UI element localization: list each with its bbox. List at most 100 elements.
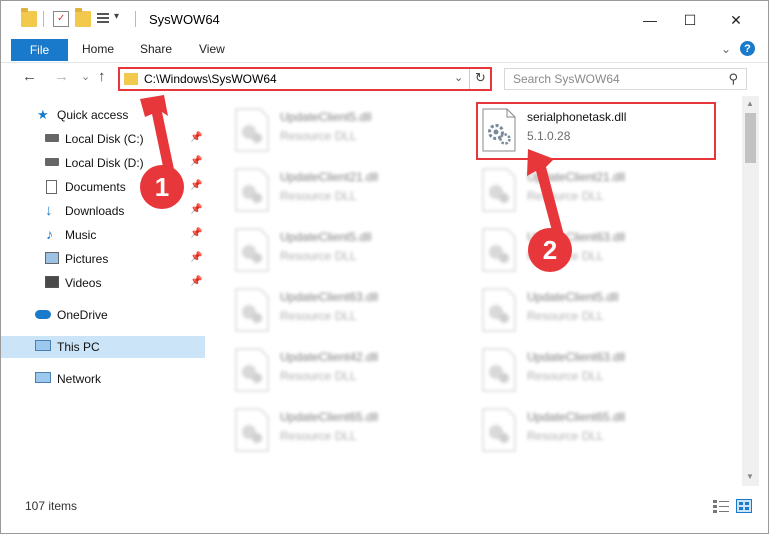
file-type: Resource DLL (527, 369, 604, 383)
dll-file-icon (235, 348, 269, 392)
file-name: UpdateClient42.dll (280, 350, 379, 364)
drive-icon (45, 158, 59, 166)
callout-step-1: 1 (140, 165, 184, 209)
recent-locations-icon[interactable]: ⌄ (81, 70, 90, 83)
list-item[interactable]: UpdateClient65.dll Resource DLL (234, 404, 474, 460)
list-item[interactable]: UpdateClient42.dll Resource DLL (234, 344, 474, 400)
file-name: UpdateClient65.dll (280, 410, 379, 424)
sidebar-item-label: OneDrive (57, 308, 108, 322)
list-item[interactable]: UpdateClient65.dll Resource DLL (481, 404, 721, 460)
dll-file-icon (235, 288, 269, 332)
divider (469, 69, 470, 89)
expand-ribbon-icon[interactable]: ⌄ (721, 42, 731, 56)
film-icon (45, 276, 59, 288)
dll-file-icon (235, 168, 269, 212)
scroll-down-icon[interactable]: ▼ (746, 472, 754, 481)
tab-file[interactable]: File (11, 39, 68, 61)
sidebar-item-label: Music (65, 228, 97, 242)
pin-icon[interactable]: 📌 (190, 204, 202, 215)
file-highlight-box (476, 102, 716, 160)
dll-file-icon (235, 408, 269, 452)
sidebar-item-onedrive[interactable]: OneDrive (1, 304, 205, 326)
back-button[interactable]: ← (22, 68, 37, 85)
list-item[interactable]: UpdateClient63.dll Resource DLL (234, 284, 474, 340)
list-item[interactable]: UpdateClient5.dll Resource DLL (234, 104, 474, 160)
file-type: Resource DLL (527, 429, 604, 443)
close-button[interactable]: ✕ (713, 1, 759, 39)
computer-icon (35, 340, 51, 351)
refresh-icon[interactable]: ↻ (475, 70, 486, 86)
pin-icon[interactable]: 📌 (190, 180, 202, 191)
properties-icon[interactable]: ✓ (53, 11, 69, 27)
status-bar: 107 items (1, 491, 768, 521)
tab-share[interactable]: Share (140, 42, 172, 56)
sidebar-item-network[interactable]: Network (1, 368, 205, 390)
file-name: UpdateClient65.dll (527, 410, 626, 424)
list-item[interactable]: UpdateClient5.dll Resource DLL (481, 284, 721, 340)
dll-file-icon (482, 288, 516, 332)
sidebar-item-music[interactable]: ♪ Music 📌 (1, 224, 205, 246)
sidebar-item-quick-access[interactable]: ★ Quick access (1, 104, 205, 126)
file-type: Resource DLL (280, 129, 357, 143)
pin-icon[interactable]: 📌 (190, 132, 202, 143)
explorer-window: ✓ ▾ SysWOW64 — ☐ ✕ File Home Share View … (0, 0, 769, 534)
help-icon[interactable]: ? (740, 41, 755, 56)
vertical-scrollbar[interactable]: ▲ ▼ (742, 96, 759, 486)
sidebar-item-label: Local Disk (D:) (65, 156, 144, 170)
folder-icon (21, 8, 37, 27)
sidebar-item-label: Quick access (57, 108, 129, 122)
window-title: SysWOW64 (149, 12, 220, 27)
file-type: Resource DLL (280, 309, 357, 323)
address-bar[interactable]: C:\Windows\SysWOW64 ⌄ ↻ (118, 67, 492, 91)
tab-view[interactable]: View (199, 42, 225, 56)
address-path[interactable]: C:\Windows\SysWOW64 (144, 72, 277, 86)
pin-icon[interactable]: 📌 (190, 228, 202, 239)
file-name: UpdateClient5.dll (527, 290, 619, 304)
search-icon[interactable]: ⚲ (728, 71, 738, 87)
file-name: UpdateClient21.dll (280, 170, 379, 184)
tab-home[interactable]: Home (82, 42, 114, 56)
list-item[interactable]: UpdateClient63.dll Resource DLL (481, 344, 721, 400)
scroll-thumb[interactable] (745, 113, 756, 163)
music-note-icon: ♪ (46, 226, 53, 242)
divider (135, 11, 136, 27)
qat-dropdown-icon[interactable]: ▾ (114, 11, 119, 22)
drive-icon (45, 134, 59, 142)
pin-icon[interactable]: 📌 (190, 276, 202, 287)
pin-icon[interactable]: 📌 (190, 156, 202, 167)
callout-step-2: 2 (528, 228, 572, 272)
list-item[interactable]: UpdateClient5.dll Resource DLL (234, 224, 474, 280)
sidebar-item-this-pc[interactable]: This PC (1, 336, 205, 358)
dll-file-icon (235, 108, 269, 152)
sidebar-item-label: Documents (65, 180, 126, 194)
new-folder-icon[interactable] (75, 8, 91, 27)
sidebar-item-local-disk-c[interactable]: Local Disk (C:) 📌 (1, 128, 205, 150)
dll-file-icon (482, 408, 516, 452)
forward-button[interactable]: → (54, 68, 69, 85)
search-input[interactable]: Search SysWOW64 ⚲ (504, 68, 747, 90)
pin-icon[interactable]: 📌 (190, 252, 202, 263)
file-type: Resource DLL (527, 309, 604, 323)
dll-file-icon (482, 228, 516, 272)
title-bar: ✓ ▾ SysWOW64 — ☐ ✕ (1, 1, 768, 39)
ribbon-tabs: File Home Share View ⌄ (1, 39, 768, 61)
large-icons-view-icon[interactable] (736, 499, 752, 513)
cloud-icon (35, 310, 51, 319)
scroll-up-icon[interactable]: ▲ (746, 99, 754, 108)
sidebar-item-label: Downloads (65, 204, 125, 218)
sidebar-item-label: Videos (65, 276, 102, 290)
sidebar-item-pictures[interactable]: Pictures 📌 (1, 248, 205, 270)
item-count: 107 items (25, 499, 78, 513)
maximize-button[interactable]: ☐ (667, 1, 713, 39)
list-item[interactable]: UpdateClient21.dll Resource DLL (481, 164, 721, 220)
file-name: UpdateClient63.dll (527, 350, 626, 364)
file-type: Resource DLL (527, 189, 604, 203)
list-item[interactable]: UpdateClient63.dll Resource DLL (481, 224, 721, 280)
list-item[interactable]: UpdateClient21.dll Resource DLL (234, 164, 474, 220)
sidebar-item-label: Pictures (65, 252, 109, 266)
customize-toolbar-icon[interactable] (97, 11, 113, 27)
up-button[interactable]: ↑ (98, 68, 106, 85)
address-dropdown-icon[interactable]: ⌄ (454, 71, 463, 84)
sidebar-item-videos[interactable]: Videos 📌 (1, 272, 205, 294)
details-view-icon[interactable] (713, 499, 729, 513)
